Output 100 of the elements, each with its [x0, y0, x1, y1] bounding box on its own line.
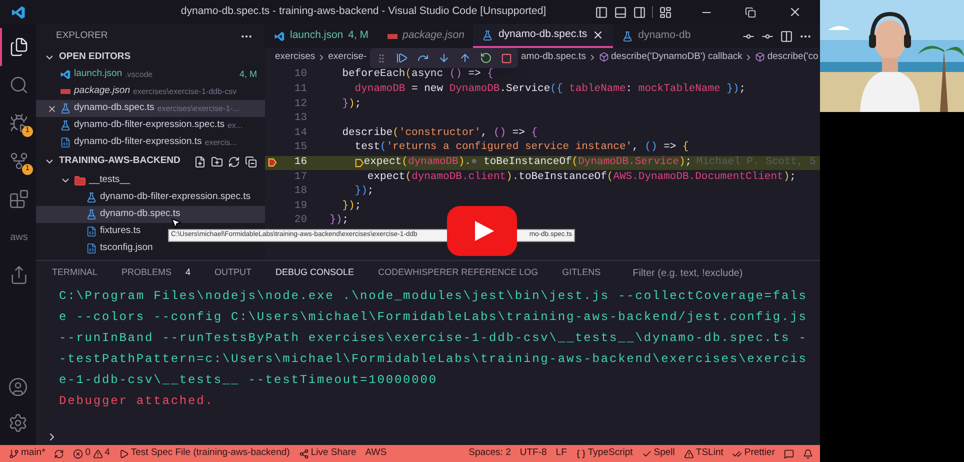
files-icon [9, 37, 29, 57]
status-item[interactable]: AWS [362, 445, 390, 462]
panel-tab[interactable]: TERMINAL [52, 261, 98, 285]
play-icon [118, 448, 129, 458]
tree-item[interactable]: __tests__ [36, 172, 265, 189]
section-header[interactable]: OPEN EDITORS [36, 48, 265, 66]
status-item[interactable]: main* [6, 445, 48, 462]
run-debug-icon [9, 113, 29, 133]
check-icon [642, 448, 652, 458]
refresh-icon[interactable] [228, 156, 240, 168]
line-number: 12 [293, 96, 307, 112]
error-icon [73, 448, 84, 458]
panel-tab[interactable]: PROBLEMS 4 [122, 261, 191, 285]
breadcrumb[interactable]: describe('DynamoDB') callback [598, 50, 742, 64]
console-error: Debugger attached. [59, 393, 215, 410]
status-item[interactable]: TypeScript [572, 445, 636, 462]
close-icon[interactable] [592, 29, 604, 41]
open-editor-item[interactable]: launch.json .vscode 4, M [36, 66, 265, 83]
source-control-icon [9, 151, 29, 171]
status-item[interactable]: LF [552, 445, 570, 462]
editor-tab[interactable]: launch.json 4, M [265, 24, 378, 48]
stop-icon[interactable] [501, 52, 512, 64]
breadcrumb[interactable]: describe('co [755, 50, 818, 64]
restore-icon[interactable] [745, 6, 756, 18]
line-number: 17 [293, 170, 307, 185]
play-button[interactable] [447, 206, 517, 256]
collapse-all-icon[interactable] [245, 156, 257, 168]
code-line: describe('constructor', () => { [341, 126, 538, 141]
panel-toggle-icon[interactable] [614, 6, 627, 18]
status-item[interactable]: Prettier [729, 445, 778, 462]
editor-tab[interactable]: dynamo-db.spec.ts [473, 24, 614, 48]
code-line: expect(dynamoDB).● toBeInstanceOf(DynamoDB.Service); [317, 154, 692, 171]
double-check-icon [732, 448, 742, 458]
problems-status[interactable]: 0 4 [70, 445, 113, 462]
breadcrumb[interactable]: exercise- [328, 50, 367, 64]
panel-tab[interactable]: CODEWHISPERER REFERENCE LOG [378, 261, 538, 285]
flask-icon [60, 120, 71, 131]
line-number: 16 [293, 154, 307, 170]
status-item[interactable]: Live Share [296, 445, 360, 462]
continue-icon[interactable] [396, 52, 408, 64]
panel-tab[interactable]: OUTPUT [214, 261, 252, 285]
panel-tab[interactable]: GITLENS [562, 261, 601, 285]
code-line: }); [354, 184, 374, 200]
open-editor-item[interactable]: dynamo-db-filter-expression.ts exercis... [36, 134, 265, 151]
editor-tab[interactable]: dynamo-db [613, 24, 700, 48]
section-header[interactable]: TRAINING-AWS-BACKEND [44, 154, 180, 169]
grip-icon[interactable] [376, 52, 387, 64]
code-line: expect(dynamoDB.client).toBeInstanceOf(AWS.DynamoDB.DocumentClient); [366, 170, 796, 185]
settings-icon [8, 413, 28, 433]
restart-icon[interactable] [480, 52, 492, 64]
aws-button[interactable]: aws [0, 218, 36, 256]
step-out-icon[interactable] [459, 52, 471, 64]
open-editor-item[interactable]: dynamo-db-filter-expression.spec.ts ex... [36, 117, 265, 134]
code-file-icon [86, 226, 97, 237]
secondary-sidebar-icon[interactable] [633, 6, 646, 18]
sync-icon [54, 448, 64, 458]
warning-icon [684, 448, 694, 458]
explorer-title: EXPLORER [56, 28, 108, 43]
step-into-icon[interactable] [438, 52, 450, 64]
panel-tab[interactable]: DEBUG CONSOLE [276, 261, 354, 285]
breakpoint-icon[interactable] [268, 158, 276, 168]
line-number: 13 [293, 111, 307, 126]
sidebar-toggle-icon[interactable] [595, 6, 608, 18]
symbol-icon [598, 52, 609, 62]
tree-item[interactable]: tsconfig.json [36, 240, 265, 257]
status-item[interactable]: Spaces: 2 [466, 445, 514, 462]
tree-item[interactable]: dynamo-db.spec.ts [36, 206, 265, 223]
status-item[interactable]: TSLint [680, 445, 726, 462]
vscode-file-icon [60, 69, 71, 80]
feedback-icon [784, 448, 794, 458]
breadcrumb[interactable]: exercises [275, 50, 316, 64]
console-output: C:\Program Files\nodejs\node.exe .\node_modules\jest\bin\jest.js --collectCoverage=false --colors --config C:\Users\michael\FormidableLabs\training-aws-backend/jest.config.js --runInBand --runTestsByPath exercises\exercise-1-ddb-csv\__tests__\dynamo-db.spec.ts --testPathPattern=c:\Users\michael\FormidableLabs\training-aws-backend\exercises\exercise-1-ddb-csv\__tests__ --testTimeout=10000000 [59, 288, 808, 389]
line-number: 11 [293, 82, 307, 98]
npm-file-icon [60, 89, 71, 94]
filter-field[interactable]: Filter (e.g. text, !exclude) [632, 264, 765, 282]
close-icon[interactable] [788, 5, 802, 19]
split-editor-icon[interactable] [780, 30, 793, 42]
window-title: dynamo-db.spec.ts - training-aws-backend - Visual Studio Code [Unsupported] [180, 4, 546, 20]
step-over-icon[interactable] [417, 52, 429, 64]
layout-icon[interactable] [659, 6, 672, 18]
editor-tab[interactable]: package.json [378, 24, 474, 48]
code-file-icon [60, 137, 71, 148]
status-item[interactable]: UTF-8 [516, 445, 550, 462]
breadcrumb[interactable]: amo-db.spec.ts [521, 50, 586, 64]
warning-icon [92, 448, 103, 458]
line-number: 15 [293, 140, 307, 156]
account-icon [8, 377, 28, 397]
new-file-icon[interactable] [194, 156, 206, 168]
status-item[interactable]: Spell [638, 445, 678, 462]
status-item[interactable]: Test Spec File (training-aws-backend) [116, 445, 293, 462]
close-icon[interactable] [46, 104, 56, 114]
open-editor-item[interactable]: dynamo-db.spec.ts exercises\exercise-1-... [36, 100, 265, 117]
line-number: 18 [293, 184, 307, 200]
flask-icon [86, 209, 97, 220]
new-folder-icon[interactable] [211, 156, 223, 168]
line-number: 20 [293, 213, 307, 228]
open-editor-item[interactable]: package.json exercises\exercise-1-ddb-csv [36, 83, 265, 100]
flask-icon [86, 192, 97, 203]
tree-item[interactable]: dynamo-db-filter-expression.spec.ts [36, 189, 265, 206]
code-line: }); [328, 213, 349, 228]
